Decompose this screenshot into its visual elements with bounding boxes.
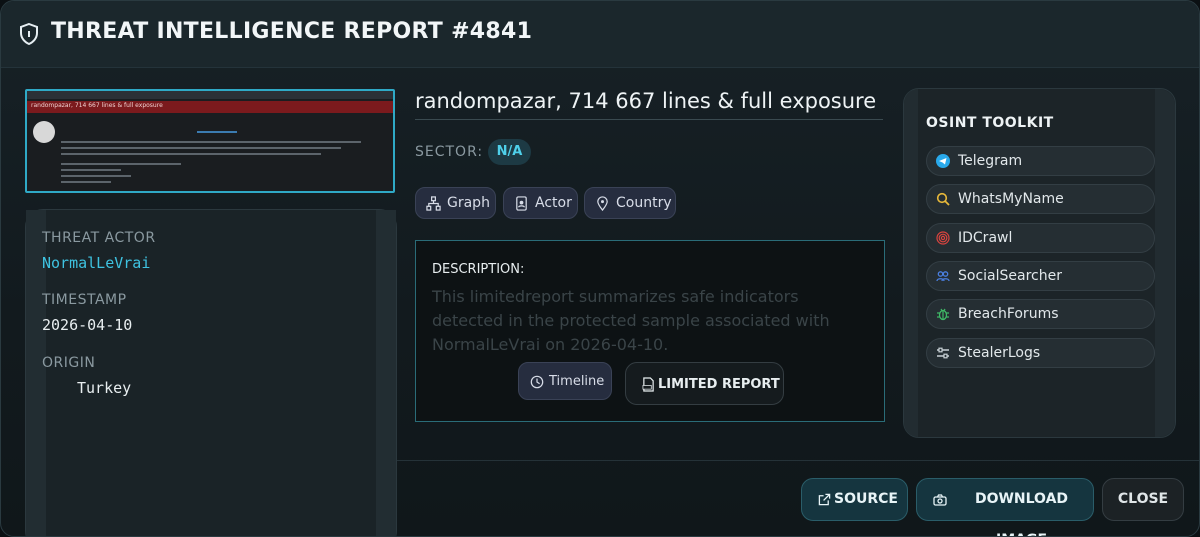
tool-label: Telegram	[958, 153, 1023, 169]
footer-divider	[397, 460, 1199, 461]
report-title: randompazar, 714 667 lines & full exposu…	[415, 89, 877, 113]
thumbnail-text-line	[61, 153, 321, 155]
thumbnail-text-line	[61, 181, 111, 183]
osint-title: OSINT TOOLKIT	[926, 115, 1054, 131]
threat-actor-value[interactable]: NormalLeVrai	[42, 254, 150, 272]
actor-button[interactable]: Actor	[503, 187, 578, 219]
limited-report-label: LIMITED REPORT	[658, 377, 780, 392]
description-panel: DESCRIPTION: This limitedreport summariz…	[415, 240, 885, 422]
threat-actor-label: THREAT ACTOR	[42, 230, 156, 246]
id-badge-icon	[516, 196, 527, 211]
thumbnail-topbar	[27, 91, 393, 99]
title-divider	[415, 119, 883, 120]
timestamp-label: TIMESTAMP	[42, 292, 127, 308]
tool-breachforums[interactable]: BreachForums	[926, 299, 1155, 329]
timeline-button-label: Timeline	[549, 374, 605, 389]
report-modal: THREAT INTELLIGENCE REPORT #4841 randomp…	[0, 0, 1200, 537]
download-image-button[interactable]: DOWNLOAD IMAGE	[916, 478, 1094, 536]
source-screenshot-thumbnail[interactable]: randompazar, 714 667 lines & full exposu…	[25, 89, 395, 193]
tool-idcrawl[interactable]: IDCrawl	[926, 223, 1155, 253]
tool-whatsmyname[interactable]: WhatsMyName	[926, 184, 1155, 214]
download-image-button-label: DOWNLOAD IMAGE	[974, 491, 1069, 536]
telegram-icon	[936, 154, 950, 168]
clock-icon	[530, 375, 544, 389]
search-icon	[936, 192, 950, 206]
fingerprint-icon	[936, 231, 950, 245]
limited-report-button[interactable]: LIMITED REPORT	[625, 362, 784, 405]
modal-title: THREAT INTELLIGENCE REPORT #4841	[51, 19, 533, 44]
tool-label: WhatsMyName	[958, 191, 1064, 207]
panel-stripe	[1155, 89, 1175, 437]
thumbnail-text-line	[61, 141, 361, 143]
pdf-file-icon	[642, 377, 654, 392]
tool-label: BreachForums	[958, 306, 1059, 322]
thumbnail-link	[197, 131, 237, 133]
graph-icon	[426, 196, 441, 211]
tool-socialsearcher[interactable]: SocialSearcher	[926, 261, 1155, 291]
origin-value: Turkey	[77, 379, 132, 397]
panel-stripe	[904, 89, 918, 437]
thumbnail-text-line	[61, 175, 131, 177]
actor-button-label: Actor	[535, 195, 572, 211]
source-button[interactable]: SOURCE	[801, 478, 908, 521]
external-link-icon	[818, 493, 831, 506]
sliders-icon	[937, 347, 949, 359]
thumbnail-avatar	[33, 121, 55, 143]
tool-label: IDCrawl	[958, 230, 1013, 246]
thumbnail-text-line	[61, 163, 181, 165]
tool-label: StealerLogs	[958, 345, 1041, 361]
shield-icon	[20, 23, 38, 45]
camera-icon	[933, 494, 947, 506]
osint-toolkit-panel: OSINT TOOLKIT Telegram WhatsMyName IDCra…	[903, 88, 1176, 438]
modal-header: THREAT INTELLIGENCE REPORT #4841	[1, 1, 1199, 68]
timeline-button[interactable]: Timeline	[518, 362, 612, 400]
tool-label: SocialSearcher	[958, 268, 1062, 284]
origin-label: ORIGIN	[42, 355, 96, 371]
sector-badge: N/A	[488, 139, 531, 165]
tool-stealerlogs[interactable]: StealerLogs	[926, 338, 1155, 368]
users-icon	[936, 271, 950, 282]
source-button-label: SOURCE	[834, 491, 898, 507]
country-button[interactable]: Country	[584, 187, 676, 219]
thumbnail-text-line	[61, 169, 121, 171]
bug-icon	[937, 308, 949, 321]
card-stripe	[376, 210, 396, 536]
location-pin-icon	[597, 196, 608, 211]
close-button[interactable]: CLOSE	[1102, 478, 1184, 521]
graph-button[interactable]: Graph	[415, 187, 496, 219]
thumbnail-text-line	[61, 147, 341, 149]
tool-telegram[interactable]: Telegram	[926, 146, 1155, 176]
description-text: This limitedreport summarizes safe indic…	[432, 287, 830, 354]
description-label: DESCRIPTION:	[432, 262, 525, 277]
timestamp-value: 2026-04-10	[42, 316, 133, 334]
thumbnail-title: randompazar, 714 667 lines & full exposu…	[31, 102, 163, 109]
sector-label: SECTOR:	[415, 144, 484, 160]
details-card: THREAT ACTOR NormalLeVrai TIMESTAMP 2026…	[25, 209, 397, 536]
graph-button-label: Graph	[447, 195, 490, 211]
country-button-label: Country	[616, 195, 672, 211]
